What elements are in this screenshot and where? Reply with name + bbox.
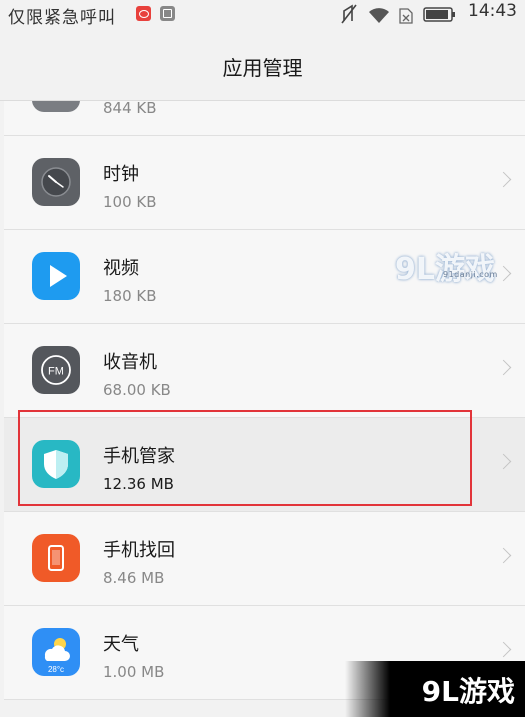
chevron-right-icon [495,453,512,470]
app-name: 视频 [103,258,139,279]
chevron-right-icon [495,171,512,188]
list-item[interactable]: 手机找回 8.46 MB [4,512,525,606]
partial-app-icon [32,101,80,112]
chevron-right-icon [495,547,512,564]
clock-time: 14:43 [468,1,517,21]
list-item[interactable]: 时钟 100 KB [4,136,525,230]
list-item-selected[interactable]: 手机管家 12.36 MB [4,418,525,512]
find-phone-icon [32,534,80,582]
app-name: 收音机 [103,352,157,373]
app-size: 12.36 MB [103,475,174,493]
app-size: 844 KB [103,101,157,117]
status-icons [341,4,455,24]
carrier-label: 仅限紧急呼叫 [8,8,116,28]
svg-text:FM: FM [48,366,64,378]
app-list[interactable]: 844 KB 时钟 100 KB 视频 180 KB FM 收音机 68.00 … [4,101,525,717]
wifi-icon [369,8,389,23]
app-size: 8.46 MB [103,569,165,587]
list-item[interactable]: FM 收音机 68.00 KB [4,324,525,418]
weather-icon: 28°c [32,628,80,676]
video-play-icon [32,252,80,300]
battery-icon [423,7,455,22]
app-size: 180 KB [103,287,157,305]
chevron-right-icon [495,265,512,282]
app-name: 天气 [103,634,139,655]
corner-watermark-text: 9L游戏 [421,675,515,708]
corner-watermark: 9L游戏 [345,661,525,717]
app-size: 68.00 KB [103,381,171,399]
title-bar: 应用管理 [0,28,525,101]
watermark-logo: 9L游戏 91danji.com [395,244,498,287]
mute-icon [341,4,357,24]
gallery-icon [160,6,175,21]
fm-radio-icon: FM [32,346,80,394]
no-sim-icon [399,8,413,24]
clock-icon [32,158,80,206]
app-size: 1.00 MB [103,663,165,681]
chevron-right-icon [495,641,512,658]
status-bar: 仅限紧急呼叫 14:43 [0,0,525,28]
list-item[interactable]: 844 KB [4,101,525,136]
app-name: 手机找回 [103,540,175,561]
chevron-right-icon [495,359,512,376]
weibo-icon [136,6,151,21]
watermark-sub: 91danji.com [443,270,498,279]
page-title: 应用管理 [222,56,303,80]
app-size: 100 KB [103,193,157,211]
weather-temp-label: 28°c [48,665,64,674]
app-name: 手机管家 [103,446,175,467]
phone-manager-shield-icon [32,440,80,488]
app-name: 时钟 [103,164,139,185]
